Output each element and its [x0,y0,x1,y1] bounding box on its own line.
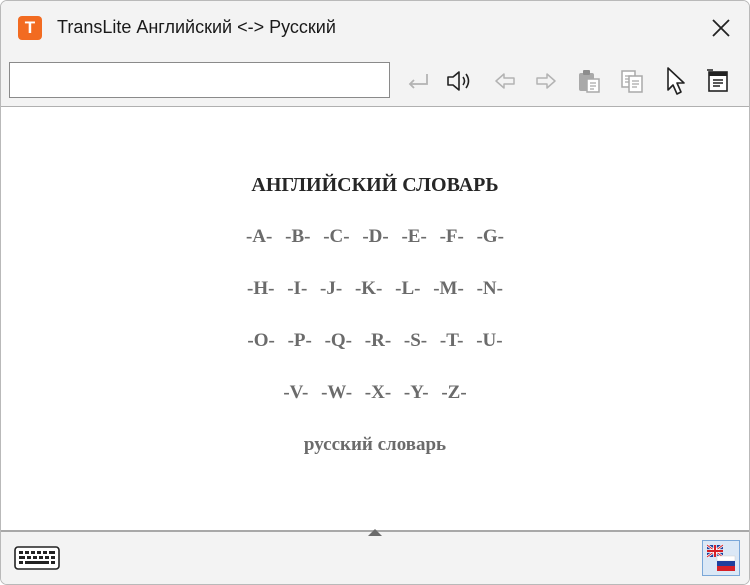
uk-ru-flag-icon [706,544,736,571]
letter-link-r[interactable]: -R- [365,330,391,351]
letter-link-y[interactable]: -Y- [404,382,429,403]
letter-link-q[interactable]: -Q- [325,330,352,351]
dictionary-list-button[interactable] [702,65,734,97]
letter-link-p[interactable]: -P- [288,330,312,351]
letter-link-b[interactable]: -B- [285,226,310,247]
letter-link-l[interactable]: -L- [395,278,420,299]
letter-link-i[interactable]: -I- [287,278,307,299]
letter-link-s[interactable]: -S- [404,330,427,351]
keyboard-icon [14,546,60,570]
back-arrow-icon [495,73,515,89]
letter-link-d[interactable]: -D- [362,226,388,247]
letter-link-v[interactable]: -V- [283,382,308,403]
dictionary-content: АНГЛИЙСКИЙ СЛОВАРЬ -A- -B- -C- -D- -E- -… [1,108,749,530]
letter-link-u[interactable]: -U- [476,330,502,351]
pointer-select-button[interactable] [660,65,692,97]
letter-link-j[interactable]: -J- [320,278,342,299]
forward-arrow-icon [536,73,556,89]
letter-link-m[interactable]: -M- [433,278,464,299]
speak-button[interactable] [443,65,475,97]
dictionary-title: АНГЛИЙСКИЙ СЛОВАРЬ [251,174,499,196]
letter-row-3: -O- -P- -Q- -R- -S- -T- -U- [1,330,749,352]
paste-button[interactable] [573,65,605,97]
letter-row-2: -H- -I- -J- -K- -L- -M- -N- [1,278,749,300]
keyboard-button[interactable] [11,542,63,574]
letter-link-h[interactable]: -H- [247,278,274,299]
letter-link-z[interactable]: -Z- [441,382,466,403]
close-icon [712,19,730,37]
letter-row-4: -V- -W- -X- -Y- -Z- [1,382,749,404]
bottom-bar [1,529,749,584]
letter-link-n[interactable]: -N- [477,278,503,299]
dictionary-list-icon [707,69,728,92]
enter-button[interactable] [402,65,434,97]
letter-link-g[interactable]: -G- [477,226,504,247]
search-input[interactable] [9,62,390,98]
letter-link-c[interactable]: -C- [323,226,349,247]
letter-link-w[interactable]: -W- [321,382,352,403]
toolbar [1,55,749,107]
enter-icon [408,74,428,89]
app-window: T TransLite Английский <-> Русский АНГЛИ… [0,0,750,585]
letter-row-1: -A- -B- -C- -D- -E- -F- -G- [1,226,749,248]
letter-link-e[interactable]: -E- [401,226,426,247]
copy-icon [621,70,643,93]
letter-link-o[interactable]: -O- [247,330,274,351]
copy-button[interactable] [616,65,648,97]
paste-icon [579,70,600,93]
pointer-icon [667,67,685,95]
letter-link-k[interactable]: -K- [355,278,382,299]
triangle-up-icon [368,529,382,536]
letter-link-t[interactable]: -T- [440,330,464,351]
collapse-handle[interactable] [365,523,385,536]
russian-dictionary-link[interactable]: русский словарь [1,434,749,456]
app-logo-icon: T [18,16,42,40]
letter-link-x[interactable]: -X- [365,382,391,403]
close-button[interactable] [704,11,738,45]
title-bar: T TransLite Английский <-> Русский [1,1,749,55]
forward-button[interactable] [530,65,562,97]
speaker-icon [447,71,470,91]
letter-link-f[interactable]: -F- [440,226,464,247]
back-button[interactable] [489,65,521,97]
window-title: TransLite Английский <-> Русский [57,17,336,37]
letter-link-a[interactable]: -A- [246,226,272,247]
language-switch-button[interactable] [702,540,740,576]
